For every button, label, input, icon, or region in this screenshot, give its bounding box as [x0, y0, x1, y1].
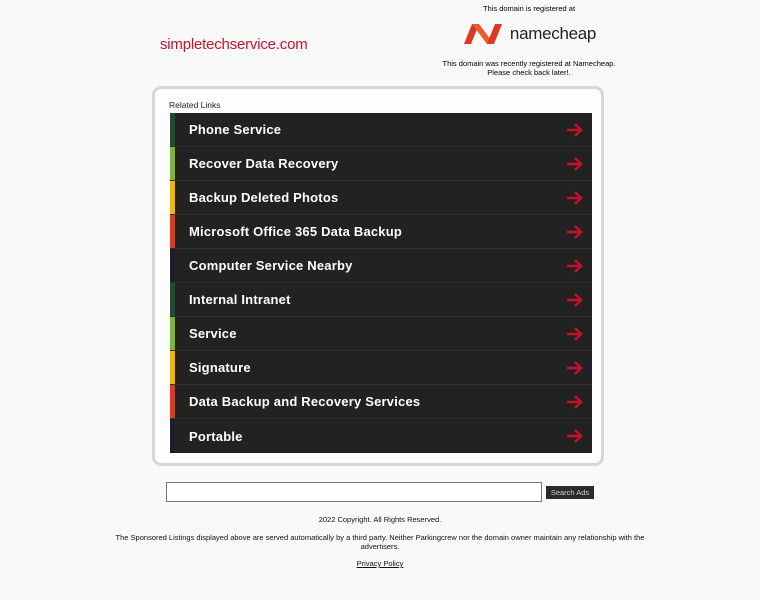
arrow-right-icon [567, 429, 583, 443]
registrar-note: This domain was recently registered at N… [430, 59, 628, 77]
related-link-row[interactable]: Recover Data Recovery [170, 147, 592, 181]
namecheap-wordmark: namecheap [509, 24, 597, 43]
related-link-row[interactable]: Microsoft Office 365 Data Backup [170, 215, 592, 249]
related-link-row[interactable]: Service [170, 317, 592, 351]
related-link-label: Internal Intranet [189, 292, 291, 307]
arrow-right-icon [567, 327, 583, 341]
link-accent-bar [170, 215, 175, 248]
link-accent-bar [170, 181, 175, 214]
link-accent-bar [170, 113, 175, 146]
related-link-label: Signature [189, 360, 251, 375]
search-input[interactable] [166, 482, 542, 502]
arrow-right-icon [567, 123, 583, 137]
related-links-box: Related Links Phone Service Recover Data … [152, 86, 604, 466]
link-accent-bar [170, 385, 175, 418]
related-link-label: Computer Service Nearby [189, 258, 353, 273]
related-link-row[interactable]: Signature [170, 351, 592, 385]
related-link-label: Service [189, 326, 237, 341]
related-link-label: Portable [189, 428, 243, 444]
privacy-policy-link[interactable]: Privacy Policy [357, 559, 404, 568]
related-link-label: Microsoft Office 365 Data Backup [189, 224, 403, 239]
registrar-caption: This domain is registered at [482, 4, 576, 13]
registrar-panel: This domain is registered at namecheap T… [430, 4, 628, 77]
link-accent-bar [170, 351, 175, 384]
related-link-label: Data Backup and Recovery Services [189, 394, 421, 409]
search-ads-button[interactable]: Search Ads [546, 486, 594, 499]
related-link-row[interactable]: Phone Service [170, 113, 592, 147]
copyright-text: 2022 Copyright. All Rights Reserved. [318, 515, 442, 524]
registrar-note-line-2: Please check back later!. [487, 68, 571, 77]
related-links-list: Phone Service Recover Data Recovery Backup… [170, 113, 592, 453]
related-link-label: Phone Service [189, 122, 282, 137]
link-accent-bar [170, 249, 175, 282]
link-accent-bar [170, 147, 175, 180]
related-link-row[interactable]: Data Backup and Recovery Services [170, 385, 592, 419]
arrow-right-icon [567, 395, 583, 409]
namecheap-logo[interactable]: namecheap [430, 19, 628, 49]
link-accent-bar [170, 283, 175, 316]
arrow-right-icon [567, 225, 583, 239]
domain-title: simpletechservice.com [160, 36, 308, 53]
related-link-row[interactable]: Backup Deleted Photos [170, 181, 592, 215]
related-links-title: Related Links [169, 100, 221, 110]
link-accent-bar [170, 419, 175, 453]
registrar-note-line-1: This domain was recently registered at N… [442, 59, 616, 68]
arrow-right-icon [567, 293, 583, 307]
arrow-right-icon [567, 157, 583, 171]
arrow-right-icon [567, 259, 583, 273]
disclaimer-text: The Sponsored Listings displayed above a… [100, 533, 660, 551]
namecheap-logo-icon [462, 22, 504, 46]
privacy-policy: Privacy Policy [0, 559, 760, 568]
related-link-label: Recover Data Recovery [189, 156, 339, 171]
arrow-right-icon [567, 361, 583, 375]
related-link-row[interactable]: Portable [170, 419, 592, 453]
disclaimer-line-1: The Sponsored Listings displayed above a… [115, 533, 645, 542]
disclaimer-line-2: advertisers. [360, 542, 400, 551]
link-accent-bar [170, 317, 175, 350]
related-link-row[interactable]: Internal Intranet [170, 283, 592, 317]
related-link-row[interactable]: Computer Service Nearby [170, 249, 592, 283]
related-link-label: Backup Deleted Photos [189, 190, 339, 205]
arrow-right-icon [567, 191, 583, 205]
